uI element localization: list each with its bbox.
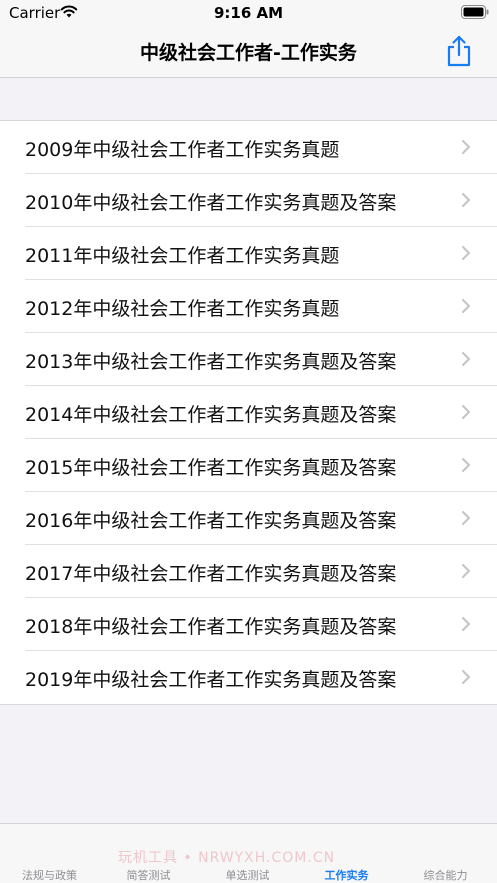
tab-practice[interactable]: 工作实务	[297, 867, 396, 883]
list-item[interactable]: 2014年中级社会工作者工作实务真题及答案	[0, 386, 497, 439]
list-item-label: 2011年中级社会工作者工作实务真题	[25, 245, 340, 267]
navigation-bar: 中级社会工作者-工作实务	[0, 26, 497, 78]
chevron-right-icon	[462, 670, 470, 684]
list-item-label: 2014年中级社会工作者工作实务真题及答案	[25, 404, 397, 426]
list-item-label: 2019年中级社会工作者工作实务真题及答案	[25, 669, 397, 691]
clock: 9:16 AM	[213, 4, 284, 22]
chevron-right-icon	[462, 352, 470, 366]
battery-icon	[461, 5, 489, 19]
tab-short-answer[interactable]: 简答测试	[99, 867, 198, 883]
list-item-label: 2018年中级社会工作者工作实务真题及答案	[25, 616, 397, 638]
list-item-label: 2017年中级社会工作者工作实务真题及答案	[25, 563, 397, 585]
tab-single-choice[interactable]: 单选测试	[198, 867, 297, 883]
list-item[interactable]: 2009年中级社会工作者工作实务真题	[0, 121, 497, 174]
list-item-label: 2012年中级社会工作者工作实务真题	[25, 298, 340, 320]
list-item[interactable]: 2015年中级社会工作者工作实务真题及答案	[0, 439, 497, 492]
watermark: 玩机工具 • NRWYXH.COM.CN	[118, 850, 336, 866]
list-item[interactable]: 2018年中级社会工作者工作实务真题及答案	[0, 598, 497, 651]
list-item[interactable]: 2010年中级社会工作者工作实务真题及答案	[0, 174, 497, 227]
tab-comprehensive[interactable]: 综合能力	[396, 867, 495, 883]
chevron-right-icon	[462, 617, 470, 631]
list-item-label: 2009年中级社会工作者工作实务真题	[25, 139, 340, 161]
list-item-label: 2013年中级社会工作者工作实务真题及答案	[25, 351, 397, 373]
exam-list: 2009年中级社会工作者工作实务真题 2010年中级社会工作者工作实务真题及答案…	[0, 120, 497, 705]
list-item-label: 2016年中级社会工作者工作实务真题及答案	[25, 510, 397, 532]
chevron-right-icon	[462, 405, 470, 419]
chevron-right-icon	[462, 511, 470, 525]
chevron-right-icon	[462, 246, 470, 260]
chevron-right-icon	[462, 458, 470, 472]
list-item[interactable]: 2013年中级社会工作者工作实务真题及答案	[0, 333, 497, 386]
list-item[interactable]: 2017年中级社会工作者工作实务真题及答案	[0, 545, 497, 598]
share-icon[interactable]	[444, 34, 474, 68]
list-item-label: 2015年中级社会工作者工作实务真题及答案	[25, 457, 397, 479]
list-item[interactable]: 2012年中级社会工作者工作实务真题	[0, 280, 497, 333]
list-item[interactable]: 2019年中级社会工作者工作实务真题及答案	[0, 651, 497, 704]
chevron-right-icon	[462, 140, 470, 154]
chevron-right-icon	[462, 299, 470, 313]
tab-laws-policies[interactable]: 法规与政策	[0, 867, 99, 883]
status-bar: Carrier 9:16 AM	[0, 0, 497, 26]
list-item[interactable]: 2011年中级社会工作者工作实务真题	[0, 227, 497, 280]
chevron-right-icon	[462, 564, 470, 578]
chevron-right-icon	[462, 193, 470, 207]
list-item[interactable]: 2016年中级社会工作者工作实务真题及答案	[0, 492, 497, 545]
page-title: 中级社会工作者-工作实务	[140, 42, 357, 64]
list-item-label: 2010年中级社会工作者工作实务真题及答案	[25, 192, 397, 214]
